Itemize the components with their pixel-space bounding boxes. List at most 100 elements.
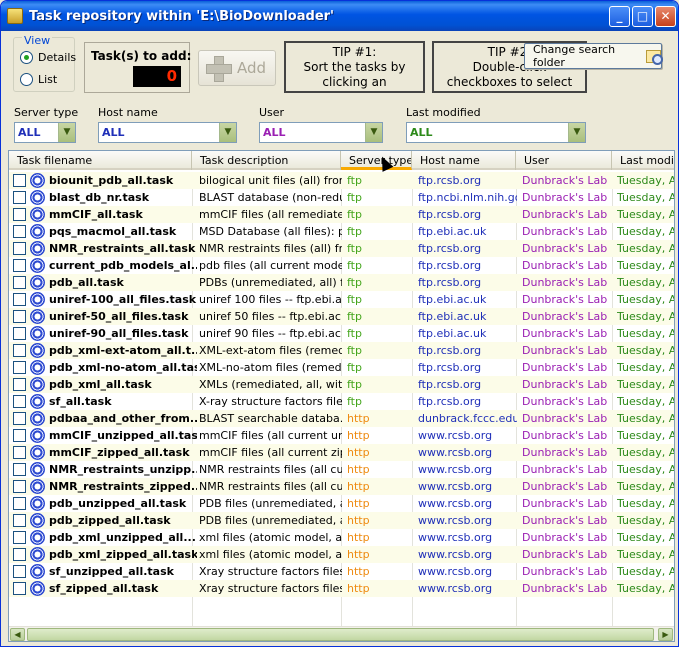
server-type: ftp — [347, 378, 362, 391]
table-row[interactable]: mmCIF_zipped_all.task mmCIF files (all cu… — [9, 444, 674, 461]
row-checkbox[interactable] — [13, 378, 26, 391]
table-row[interactable]: pdb_xml_unzipped_all.... xml files (atomi… — [9, 529, 674, 546]
column-host-name[interactable]: Host name — [412, 151, 516, 170]
table-row[interactable]: blast_db_nr.task BLAST database (non-redu… — [9, 189, 674, 206]
last-modified: Tuesday, Au — [617, 327, 674, 340]
row-checkbox[interactable] — [13, 293, 26, 306]
row-checkbox[interactable] — [13, 327, 26, 340]
add-button[interactable]: Add — [198, 50, 276, 86]
row-checkbox[interactable] — [13, 429, 26, 442]
host-name: ftp.rcsb.org — [418, 276, 482, 289]
column-user[interactable]: User — [516, 151, 612, 170]
table-row[interactable]: mmCIF_unzipped_all.task mmCIF files (all … — [9, 427, 674, 444]
table-row[interactable]: biounit_pdb_all.task bilogical unit files… — [9, 172, 674, 189]
table-row[interactable]: mmCIF_all.task mmCIF files (all remediate… — [9, 206, 674, 223]
row-checkbox[interactable] — [13, 480, 26, 493]
row-checkbox[interactable] — [13, 361, 26, 374]
table-row[interactable]: sf_all.task X-ray structure factors files… — [9, 393, 674, 410]
host-name-combo[interactable]: ALL ▼ — [98, 122, 237, 143]
host-name: www.rcsb.org — [418, 429, 493, 442]
user: Dunbrack's Lab — [522, 208, 608, 221]
table-row[interactable]: pdb_zipped_all.task PDB files (unremediat… — [9, 512, 674, 529]
row-checkbox[interactable] — [13, 548, 26, 561]
table-row[interactable]: sf_unzipped_all.task Xray structure facto… — [9, 563, 674, 580]
row-checkbox[interactable] — [13, 310, 26, 323]
last-modified: Tuesday, Au — [617, 514, 674, 527]
task-icon — [30, 326, 45, 341]
view-list-option[interactable]: List — [20, 73, 57, 86]
user: Dunbrack's Lab — [522, 446, 608, 459]
task-filename: NMR_restraints_unzipp... — [49, 463, 197, 476]
task-description: pdb files (all current model... — [199, 259, 342, 272]
column-task-filename[interactable]: Task filename — [9, 151, 192, 170]
row-checkbox[interactable] — [13, 259, 26, 272]
horizontal-scrollbar[interactable]: ◀ ▶ — [9, 626, 674, 641]
view-details-option[interactable]: Details — [20, 51, 76, 64]
table-row[interactable]: sf_zipped_all.task Xray structure factors… — [9, 580, 674, 597]
table-row[interactable]: uniref-100_all_files.task uniref 100 file… — [9, 291, 674, 308]
row-checkbox[interactable] — [13, 344, 26, 357]
column-last-modified[interactable]: Last modifie — [612, 151, 674, 170]
chevron-down-icon[interactable]: ▼ — [365, 123, 382, 142]
row-checkbox[interactable] — [13, 242, 26, 255]
server-type-combo[interactable]: ALL ▼ — [14, 122, 76, 143]
host-name: www.rcsb.org — [418, 497, 493, 510]
table-row[interactable]: NMR_restraints_zipped... NMR restraints f… — [9, 478, 674, 495]
row-checkbox[interactable] — [13, 497, 26, 510]
details-radio[interactable] — [20, 51, 33, 64]
last-modified: Tuesday, Au — [617, 497, 674, 510]
minimize-button[interactable]: _ — [609, 6, 630, 27]
list-radio[interactable] — [20, 73, 33, 86]
user: Dunbrack's Lab — [522, 514, 608, 527]
row-checkbox[interactable] — [13, 225, 26, 238]
row-checkbox[interactable] — [13, 412, 26, 425]
title-bar[interactable]: Task repository within 'E:\BioDownloader… — [1, 1, 678, 31]
user-combo[interactable]: ALL ▼ — [259, 122, 383, 143]
table-row[interactable]: pdb_unzipped_all.task PDB files (unremedi… — [9, 495, 674, 512]
maximize-button[interactable]: □ — [632, 6, 653, 27]
table-row[interactable]: pdb_xml-ext-atom_all.t... XML-ext-atom fi… — [9, 342, 674, 359]
table-row[interactable]: uniref-90_all_files.task uniref 90 files … — [9, 325, 674, 342]
tasks-to-add-count: 0 — [133, 66, 181, 87]
row-checkbox[interactable] — [13, 395, 26, 408]
user: Dunbrack's Lab — [522, 429, 608, 442]
window-title: Task repository within 'E:\BioDownloader… — [29, 9, 335, 24]
row-checkbox[interactable] — [13, 514, 26, 527]
row-checkbox[interactable] — [13, 531, 26, 544]
server-type: http — [347, 548, 370, 561]
table-row[interactable]: pdbaa_and_other_from... BLAST searchable … — [9, 410, 674, 427]
table-row[interactable]: pdb_all.task PDBs (unremediated, all) fr.… — [9, 274, 674, 291]
scroll-left-icon[interactable]: ◀ — [10, 628, 25, 641]
change-search-folder-button[interactable]: Change search folder — [524, 43, 663, 69]
table-row[interactable]: pdb_xml_all.task XMLs (remediated, all, w… — [9, 376, 674, 393]
last-modified-combo[interactable]: ALL ▼ — [406, 122, 586, 143]
row-checkbox[interactable] — [13, 582, 26, 595]
scrollbar-thumb[interactable] — [27, 628, 654, 641]
task-icon — [30, 343, 45, 358]
table-row[interactable]: pqs_macmol_all.task MSD Database (all fil… — [9, 223, 674, 240]
table-row[interactable]: pdb_xml-no-atom_all.task XML-no-atom file… — [9, 359, 674, 376]
server-type-label: Server type — [14, 106, 79, 119]
row-checkbox[interactable] — [13, 463, 26, 476]
task-grid[interactable]: Task filename Task description Server ty… — [8, 150, 675, 642]
scroll-right-icon[interactable]: ▶ — [658, 628, 673, 641]
row-checkbox[interactable] — [13, 446, 26, 459]
chevron-down-icon[interactable]: ▼ — [568, 123, 585, 142]
row-checkbox[interactable] — [13, 565, 26, 578]
row-checkbox[interactable] — [13, 276, 26, 289]
close-button[interactable]: ✕ — [655, 6, 676, 27]
row-checkbox[interactable] — [13, 191, 26, 204]
table-row[interactable]: uniref-50_all_files.task uniref 50 files … — [9, 308, 674, 325]
table-row[interactable]: NMR_restraints_all.task NMR restraints fi… — [9, 240, 674, 257]
table-row[interactable]: NMR_restraints_unzipp... NMR restraints f… — [9, 461, 674, 478]
chevron-down-icon[interactable]: ▼ — [219, 123, 236, 142]
task-description: mmCIF files (all current unz... — [199, 429, 342, 442]
table-row[interactable]: pdb_xml_zipped_all.task xml files (atomic… — [9, 546, 674, 563]
chevron-down-icon[interactable]: ▼ — [58, 123, 75, 142]
task-description: NMR restraints files (all cur... — [199, 480, 342, 493]
table-row[interactable]: current_pdb_models_al... pdb files (all c… — [9, 257, 674, 274]
row-checkbox[interactable] — [13, 208, 26, 221]
row-checkbox[interactable] — [13, 174, 26, 187]
plus-icon — [205, 55, 232, 82]
column-task-description[interactable]: Task description — [192, 151, 341, 170]
